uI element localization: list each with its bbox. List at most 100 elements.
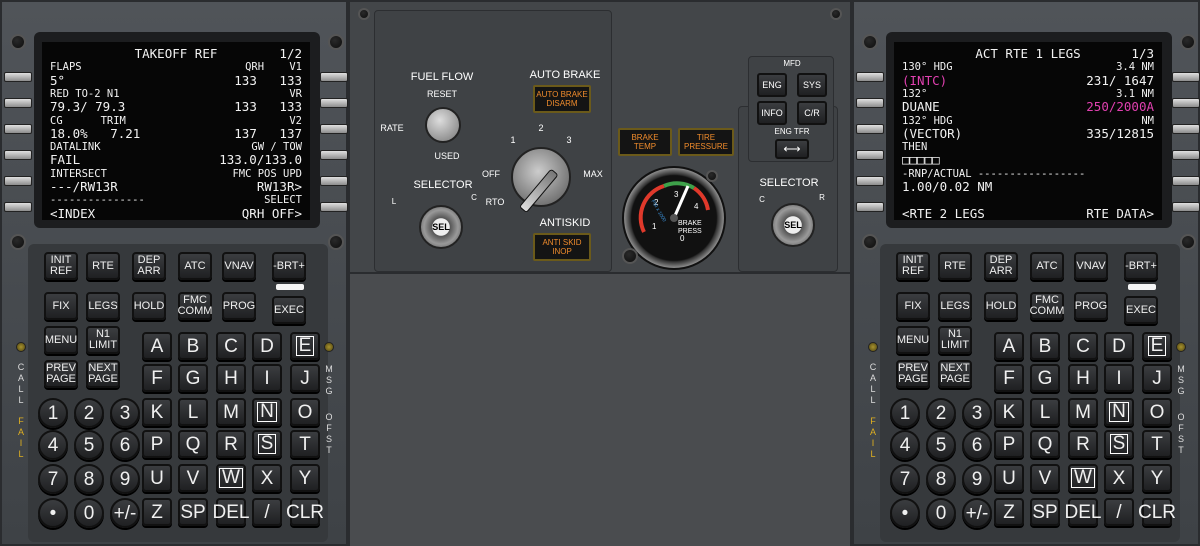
lsk-right-2[interactable] xyxy=(320,98,348,108)
key-1[interactable]: B xyxy=(178,332,208,360)
next-page-key[interactable]: NEXT PAGE xyxy=(86,360,120,388)
key-29[interactable]: CLR xyxy=(1138,498,1176,526)
key-29[interactable]: CLR xyxy=(286,498,324,526)
antiskid-inop-light[interactable]: ANTI SKID INOP xyxy=(533,233,591,261)
key-23[interactable]: X xyxy=(1104,464,1134,492)
menu-key[interactable]: MENU xyxy=(44,326,78,354)
key-3[interactable]: D xyxy=(252,332,282,360)
func-key-5[interactable]: FIX xyxy=(896,292,930,320)
auto-brake-disarm-light[interactable]: AUTO BRAKE DISARM xyxy=(533,85,591,113)
brt-key[interactable]: -BRT+ xyxy=(272,252,306,280)
digit-key-4[interactable]: 5 xyxy=(74,430,104,460)
digit-key-7[interactable]: 8 xyxy=(926,464,956,494)
lsk-right-3[interactable] xyxy=(320,124,348,134)
key-4[interactable]: E xyxy=(1142,332,1172,360)
key-2[interactable]: C xyxy=(1068,332,1098,360)
func-key-5[interactable]: FIX xyxy=(44,292,78,320)
key-13[interactable]: N xyxy=(1104,398,1134,426)
func-key-3[interactable]: ATC xyxy=(1030,252,1064,280)
key-23[interactable]: X xyxy=(252,464,282,492)
exec-key[interactable]: EXEC xyxy=(1124,296,1158,324)
key-27[interactable]: DEL xyxy=(213,498,249,526)
key-0[interactable]: A xyxy=(142,332,172,360)
key-14[interactable]: O xyxy=(1142,398,1172,426)
key-28[interactable]: / xyxy=(252,498,282,526)
lsk-right-1[interactable] xyxy=(320,72,348,82)
lsk-right-4[interactable] xyxy=(1172,150,1200,160)
key-0[interactable]: A xyxy=(994,332,1024,360)
digit-key-2[interactable]: 3 xyxy=(962,398,992,428)
digit-key-10[interactable]: 0 xyxy=(74,498,104,528)
key-8[interactable]: I xyxy=(1104,364,1134,392)
digit-key-8[interactable]: 9 xyxy=(962,464,992,494)
lsk-right-6[interactable] xyxy=(320,202,348,212)
digit-key-3[interactable]: 4 xyxy=(38,430,68,460)
lsk-right-5[interactable] xyxy=(320,176,348,186)
digit-key-11[interactable]: +/- xyxy=(962,498,992,528)
func-key-3[interactable]: ATC xyxy=(178,252,212,280)
func-key-7[interactable]: HOLD xyxy=(132,292,166,320)
key-12[interactable]: M xyxy=(216,398,246,426)
func-key-6[interactable]: LEGS xyxy=(938,292,972,320)
fuel-flow-switch[interactable] xyxy=(425,107,461,143)
lsk-left-3[interactable] xyxy=(4,124,32,134)
func-key-8[interactable]: FMC COMM xyxy=(1030,292,1064,320)
lsk-right-3[interactable] xyxy=(1172,124,1200,134)
key-9[interactable]: J xyxy=(1142,364,1172,392)
digit-key-10[interactable]: 0 xyxy=(926,498,956,528)
key-20[interactable]: U xyxy=(994,464,1024,492)
digit-key-4[interactable]: 5 xyxy=(926,430,956,460)
key-18[interactable]: S xyxy=(252,430,282,458)
digit-key-3[interactable]: 4 xyxy=(890,430,920,460)
digit-key-2[interactable]: 3 xyxy=(110,398,140,428)
key-24[interactable]: Y xyxy=(290,464,320,492)
key-7[interactable]: H xyxy=(1068,364,1098,392)
prev-page-key[interactable]: PREV PAGE xyxy=(44,360,78,388)
lsk-left-3[interactable] xyxy=(856,124,884,134)
func-key-4[interactable]: VNAV xyxy=(222,252,256,280)
key-24[interactable]: Y xyxy=(1142,464,1172,492)
key-7[interactable]: H xyxy=(216,364,246,392)
right-selector-knob[interactable]: SEL xyxy=(771,203,815,247)
func-key-6[interactable]: LEGS xyxy=(86,292,120,320)
brake-temp-button[interactable]: BRAKE TEMP xyxy=(618,128,672,156)
key-16[interactable]: Q xyxy=(178,430,208,458)
key-16[interactable]: Q xyxy=(1030,430,1060,458)
next-page-key[interactable]: NEXT PAGE xyxy=(938,360,972,388)
key-25[interactable]: Z xyxy=(142,498,172,526)
key-10[interactable]: K xyxy=(994,398,1024,426)
lsk-right-5[interactable] xyxy=(1172,176,1200,186)
key-15[interactable]: P xyxy=(142,430,172,458)
digit-key-0[interactable]: 1 xyxy=(38,398,68,428)
func-key-0[interactable]: INIT REF xyxy=(896,252,930,280)
key-1[interactable]: B xyxy=(1030,332,1060,360)
func-key-9[interactable]: PROG xyxy=(222,292,256,320)
lsk-left-5[interactable] xyxy=(4,176,32,186)
digit-key-1[interactable]: 2 xyxy=(74,398,104,428)
key-11[interactable]: L xyxy=(1030,398,1060,426)
lsk-right-2[interactable] xyxy=(1172,98,1200,108)
mfd-sys-button[interactable]: SYS xyxy=(797,73,827,97)
key-28[interactable]: / xyxy=(1104,498,1134,526)
key-25[interactable]: Z xyxy=(994,498,1024,526)
brt-key[interactable]: -BRT+ xyxy=(1124,252,1158,280)
digit-key-5[interactable]: 6 xyxy=(962,430,992,460)
key-3[interactable]: D xyxy=(1104,332,1134,360)
key-13[interactable]: N xyxy=(252,398,282,426)
digit-key-9[interactable]: • xyxy=(38,498,68,528)
digit-key-0[interactable]: 1 xyxy=(890,398,920,428)
autobrake-selector-knob[interactable] xyxy=(511,147,571,214)
func-key-4[interactable]: VNAV xyxy=(1074,252,1108,280)
lsk-left-2[interactable] xyxy=(4,98,32,108)
lsk-left-6[interactable] xyxy=(856,202,884,212)
mfd-info-button[interactable]: INFO xyxy=(757,101,787,125)
key-21[interactable]: V xyxy=(1030,464,1060,492)
lsk-left-6[interactable] xyxy=(4,202,32,212)
lsk-left-1[interactable] xyxy=(4,72,32,82)
mfd-eng-button[interactable]: ENG xyxy=(757,73,787,97)
key-17[interactable]: R xyxy=(1068,430,1098,458)
menu-key[interactable]: MENU xyxy=(896,326,930,354)
exec-key[interactable]: EXEC xyxy=(272,296,306,324)
key-26[interactable]: SP xyxy=(178,498,208,526)
lsk-left-4[interactable] xyxy=(4,150,32,160)
